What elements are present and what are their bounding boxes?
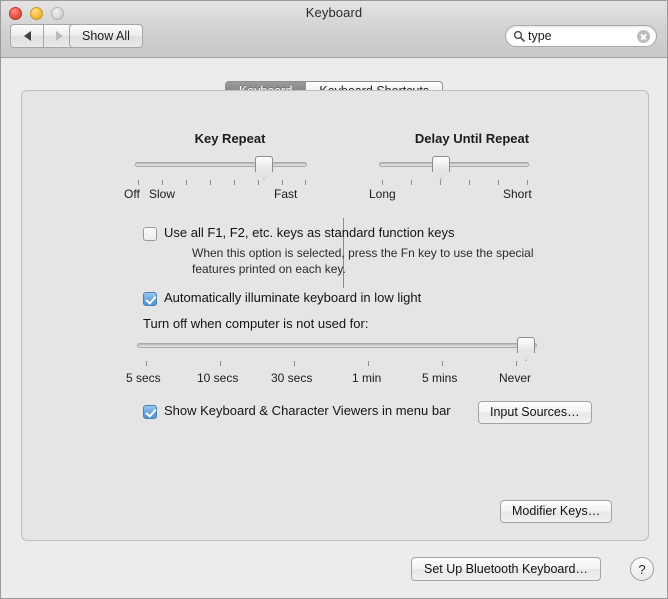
timeout-tick-label-1: 10 secs <box>197 371 239 385</box>
turn-off-timeout-label: Turn off when computer is not used for: <box>143 316 369 331</box>
slider-tick <box>138 180 139 185</box>
slider-tick <box>220 361 221 366</box>
slider-tick <box>498 180 499 185</box>
timeout-tick-label-3: 1 min <box>352 371 382 385</box>
slider-tick <box>162 180 163 185</box>
slider-tick <box>294 361 295 366</box>
slider-tick <box>440 180 441 185</box>
key-repeat-title: Key Repeat <box>194 131 266 146</box>
slider-tick <box>516 361 517 366</box>
show-all-button[interactable]: Show All <box>69 24 143 48</box>
setup-bluetooth-keyboard-button[interactable]: Set Up Bluetooth Keyboard… <box>411 557 601 581</box>
illumination-timeout-slider-thumb[interactable] <box>517 337 535 353</box>
search-field[interactable]: type <box>505 25 657 47</box>
timeout-tick-label-2: 30 secs <box>271 371 313 385</box>
function-keys-label: Use all F1, F2, etc. keys as standard fu… <box>164 225 455 240</box>
search-input[interactable]: type <box>528 30 637 43</box>
slider-tick <box>368 361 369 366</box>
help-button[interactable]: ? <box>630 557 654 581</box>
slider-tick <box>411 180 412 185</box>
illumination-timeout-slider-track[interactable] <box>137 343 537 348</box>
delay-until-repeat-slider-track[interactable] <box>379 162 529 167</box>
key-repeat-label-off: Off <box>124 187 140 201</box>
clear-icon[interactable] <box>637 29 650 43</box>
timeout-tick-label-0: 5 secs <box>126 371 161 385</box>
key-repeat-slider-track[interactable] <box>135 162 307 167</box>
timeout-tick-label-4: 5 mins <box>422 371 458 385</box>
show-viewers-label: Show Keyboard & Character Viewers in men… <box>164 403 451 418</box>
slider-tick <box>442 361 443 366</box>
chevron-left-icon <box>23 31 31 41</box>
delay-label-long: Long <box>369 187 396 201</box>
title-bar: Keyboard Show All type <box>1 1 667 58</box>
slider-tick <box>258 180 259 185</box>
function-keys-help-text: When this option is selected, press the … <box>192 246 534 277</box>
slider-tick <box>146 361 147 366</box>
slider-tick <box>186 180 187 185</box>
illuminate-keyboard-checkbox[interactable] <box>143 292 157 306</box>
key-repeat-label-fast: Fast <box>274 187 298 201</box>
delay-until-repeat-title: Delay Until Repeat <box>414 131 530 146</box>
illuminate-keyboard-label: Automatically illuminate keyboard in low… <box>164 290 422 305</box>
delay-label-short: Short <box>503 187 532 201</box>
slider-tick <box>469 180 470 185</box>
input-sources-button[interactable]: Input Sources… <box>478 401 592 424</box>
delay-until-repeat-slider-thumb[interactable] <box>432 156 450 172</box>
slider-tick <box>234 180 235 185</box>
key-repeat-slider-thumb[interactable] <box>255 156 273 172</box>
show-viewers-checkbox[interactable] <box>143 405 157 419</box>
preferences-panel: Key Repeat Off Slow Fast Delay Until Rep… <box>21 90 649 541</box>
navigation-buttons <box>10 24 76 48</box>
function-keys-checkbox[interactable] <box>143 227 157 241</box>
window-title: Keyboard <box>305 5 363 20</box>
modifier-keys-button[interactable]: Modifier Keys… <box>500 500 613 523</box>
slider-tick <box>282 180 283 185</box>
slider-tick <box>210 180 211 185</box>
chevron-right-icon <box>56 31 63 41</box>
slider-tick <box>527 180 528 185</box>
keyboard-preferences-window: Keyboard Show All type Keyboard Keyboard… <box>0 0 668 599</box>
search-icon <box>513 30 525 42</box>
slider-tick <box>305 180 306 185</box>
key-repeat-label-slow: Slow <box>149 187 176 201</box>
timeout-tick-label-5: Never <box>499 371 532 385</box>
back-button[interactable] <box>10 24 43 48</box>
slider-tick <box>382 180 383 185</box>
